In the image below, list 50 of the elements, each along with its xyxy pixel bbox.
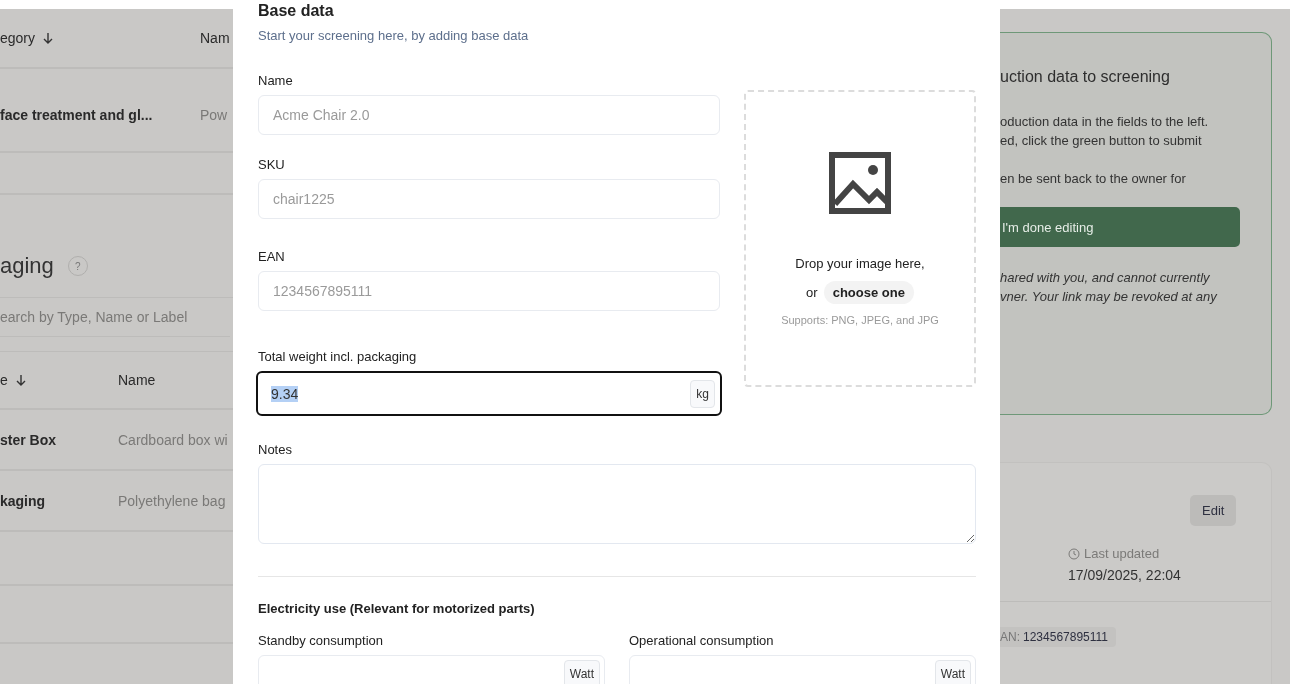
last-updated-label: Last updated — [1084, 546, 1160, 561]
field-label: Notes — [258, 442, 293, 457]
field-label: EAN — [258, 249, 286, 264]
supported-formats-text: Supports: PNG, JPEG, and JPG — [781, 313, 939, 326]
unit-label: Watt — [563, 660, 600, 684]
unit-label: Watt — [934, 660, 971, 684]
last-updated-value: 17/09/2025, 22:04 — [1068, 567, 1182, 583]
input-field[interactable] — [258, 655, 605, 684]
input-field[interactable]: 9.34 kg — [256, 371, 722, 416]
field-label: SKU — [258, 157, 286, 172]
section-title: aging — [0, 253, 54, 279]
choose-file-button[interactable]: choose one — [823, 280, 914, 304]
table-cell-text: kaging — [0, 492, 47, 509]
or-text: or — [806, 284, 818, 300]
card-text: oduction data in the fields to the left. ed, click the green button to submit — [1000, 113, 1210, 150]
unit-label: kg — [690, 379, 715, 408]
section-title: Electricity use (Relevant for motorized parts) — [258, 601, 536, 616]
table-cell-text: Pow — [200, 107, 229, 123]
card-title: uction data to screening — [1000, 68, 1171, 86]
field-label: Name — [258, 73, 294, 88]
input-field[interactable]: 1234567895111 — [258, 271, 720, 311]
card-text: en be sent back to the owner for — [1000, 170, 1187, 188]
modal-title: Base data — [258, 2, 335, 20]
modal-subtitle: Start your screening here, by adding base data — [258, 28, 530, 43]
dropzone-text: Drop your image here, — [795, 255, 925, 271]
edit-button[interactable]: Edit — [1190, 495, 1237, 526]
column-header[interactable]: egory — [0, 30, 36, 46]
field-label: Operational consumption — [629, 633, 775, 648]
notes-field[interactable] — [258, 464, 976, 544]
column-header[interactable]: Nam — [200, 30, 230, 46]
clock-icon — [1068, 547, 1080, 560]
done-editing-button[interactable]: I'm done editing — [1000, 207, 1240, 247]
sort-arrow-icon — [43, 32, 54, 44]
column-header[interactable]: e — [0, 372, 8, 388]
card-note: hared with you, and cannot currently vner. Your link may be revoked at any — [1000, 269, 1218, 306]
field-label: Total weight incl. packaging — [258, 349, 418, 364]
image-dropzone[interactable]: Drop your image here, or choose one Supports: PNG, JPEG, and JPG — [744, 90, 976, 387]
sort-arrow-icon — [15, 374, 26, 386]
field-label: Standby consumption — [258, 633, 385, 648]
ean-tag: AN: 1234567895111 — [1000, 627, 1116, 647]
table-cell-text: ster Box — [0, 431, 58, 448]
input-field[interactable]: Acme Chair 2.0 — [258, 95, 720, 135]
column-header[interactable]: Name — [118, 372, 156, 388]
table-cell-text: Polyethylene bag — [118, 492, 227, 509]
search-field[interactable]: earch by Type, Name or Label — [0, 298, 230, 337]
image-icon — [829, 151, 891, 214]
input-field[interactable]: chair1225 — [258, 179, 720, 219]
table-cell-text: face treatment and gl... — [0, 107, 154, 123]
input-field[interactable] — [629, 655, 976, 684]
table-cell-text: Cardboard box wi — [118, 431, 229, 448]
